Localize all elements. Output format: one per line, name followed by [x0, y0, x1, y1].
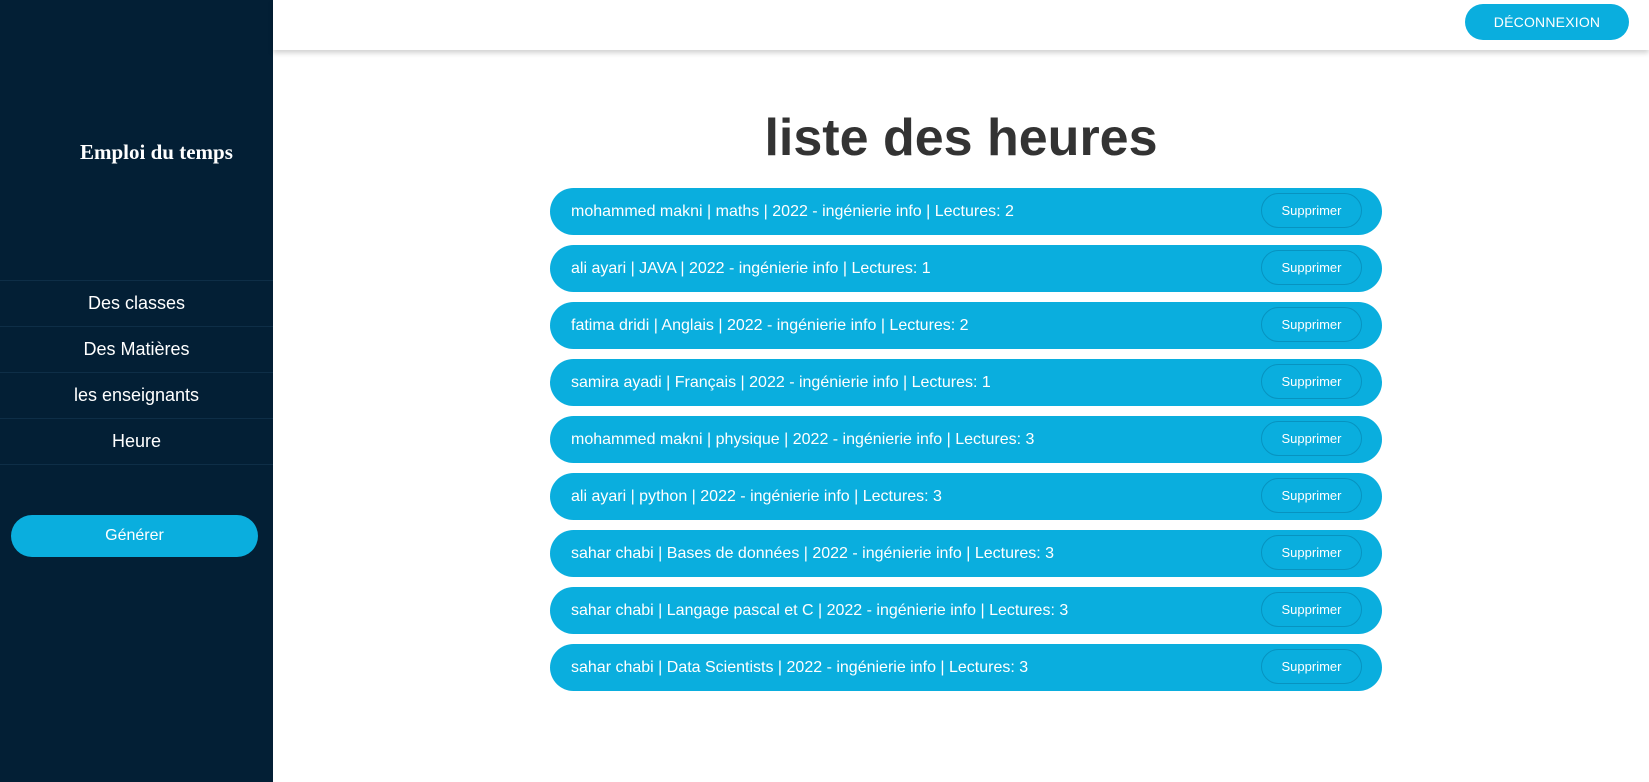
delete-button[interactable]: Supprimer	[1261, 478, 1362, 513]
delete-button[interactable]: Supprimer	[1261, 250, 1362, 285]
sidebar-item-hours[interactable]: Heure	[0, 419, 273, 465]
list-item: sahar chabi | Langage pascal et C | 2022…	[550, 587, 1382, 634]
hour-item-text: sahar chabi | Data Scientists | 2022 - i…	[571, 659, 1029, 676]
top-bar: DÉCONNEXION	[273, 0, 1649, 50]
sidebar-item-teachers[interactable]: les enseignants	[0, 373, 273, 419]
list-item: mohammed makni | physique | 2022 - ingén…	[550, 416, 1382, 463]
list-item: sahar chabi | Bases de données | 2022 - …	[550, 530, 1382, 577]
hour-item-text: ali ayari | python | 2022 - ingénierie i…	[571, 488, 942, 505]
generate-button[interactable]: Générer	[11, 515, 258, 557]
delete-button[interactable]: Supprimer	[1261, 193, 1362, 228]
delete-button[interactable]: Supprimer	[1261, 535, 1362, 570]
hour-item-text: sahar chabi | Bases de données | 2022 - …	[571, 545, 1054, 562]
sidebar-item-subjects[interactable]: Des Matières	[0, 327, 273, 373]
page-title: liste des heures	[764, 109, 1158, 167]
hour-item-text: fatima dridi | Anglais | 2022 - ingénier…	[571, 317, 969, 334]
hour-item-text: sahar chabi | Langage pascal et C | 2022…	[571, 602, 1069, 619]
sidebar-nav: Des classes Des Matières les enseignants…	[0, 280, 273, 465]
logout-button[interactable]: DÉCONNEXION	[1465, 4, 1629, 40]
delete-button[interactable]: Supprimer	[1261, 592, 1362, 627]
delete-button[interactable]: Supprimer	[1261, 364, 1362, 399]
delete-button[interactable]: Supprimer	[1261, 421, 1362, 456]
hour-item-text: mohammed makni | maths | 2022 - ingénier…	[571, 203, 1014, 220]
delete-button[interactable]: Supprimer	[1261, 649, 1362, 684]
hour-list: mohammed makni | maths | 2022 - ingénier…	[550, 188, 1382, 701]
hour-item-text: samira ayadi | Français | 2022 - ingénie…	[571, 374, 991, 391]
sidebar-item-classes[interactable]: Des classes	[0, 281, 273, 327]
delete-button[interactable]: Supprimer	[1261, 307, 1362, 342]
list-item: sahar chabi | Data Scientists | 2022 - i…	[550, 644, 1382, 691]
list-item: samira ayadi | Français | 2022 - ingénie…	[550, 359, 1382, 406]
hour-item-text: ali ayari | JAVA | 2022 - ingénierie inf…	[571, 260, 931, 277]
list-item: ali ayari | python | 2022 - ingénierie i…	[550, 473, 1382, 520]
hour-item-text: mohammed makni | physique | 2022 - ingén…	[571, 431, 1035, 448]
brand-title: Emploi du temps	[80, 140, 233, 164]
sidebar: Emploi du temps Des classes Des Matières…	[0, 0, 273, 782]
list-item: fatima dridi | Anglais | 2022 - ingénier…	[550, 302, 1382, 349]
list-item: ali ayari | JAVA | 2022 - ingénierie inf…	[550, 245, 1382, 292]
list-item: mohammed makni | maths | 2022 - ingénier…	[550, 188, 1382, 235]
